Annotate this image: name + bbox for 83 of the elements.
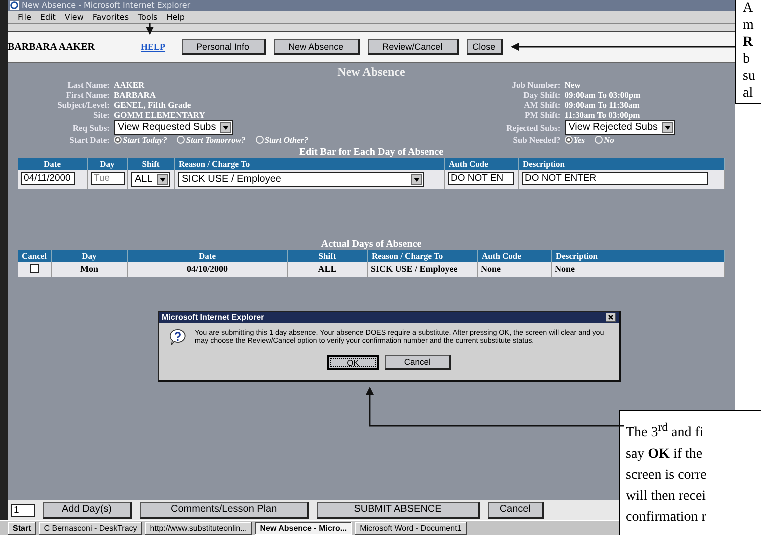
column-header: Shift	[288, 250, 368, 262]
dialog-button[interactable]: OK	[327, 355, 380, 370]
field-label: Day Shift:	[522, 90, 561, 100]
taskbar-item[interactable]: http://www.substituteonlin...	[145, 522, 252, 535]
field-value: GENEL, Fifth Grade	[114, 100, 192, 110]
table-cell: None	[552, 262, 725, 277]
column-header: Shift	[128, 158, 175, 170]
question-icon	[169, 329, 187, 347]
reason-dropdown[interactable]: SICK USE / Employee	[178, 172, 424, 187]
column-header: Date	[128, 250, 288, 262]
auth-code-field[interactable]: DO NOT EN	[448, 172, 514, 185]
menu-item[interactable]: Favorites	[92, 12, 130, 22]
menu-item[interactable]: View	[64, 12, 84, 22]
requested-subs-dropdown[interactable]: View Requested Subs	[114, 120, 234, 135]
table-cell: 04/10/2000	[128, 262, 288, 277]
nav-button[interactable]: Personal Info	[182, 39, 266, 55]
nav-button[interactable]: New Absence	[274, 39, 360, 55]
taskbar-item[interactable]: Microsoft Word - Document1	[355, 522, 467, 535]
shift-dropdown[interactable]: ALL	[131, 172, 170, 187]
dialog-title: Microsoft Internet Explorer	[162, 313, 264, 322]
column-header: Description	[552, 250, 725, 262]
field-label: Start Date:	[68, 135, 110, 145]
table-cell: SICK USE / Employee	[368, 262, 478, 277]
section-title: Edit Bar for Each Day of Absence	[298, 147, 445, 158]
footer-button[interactable]: Comments/Lesson Plan	[140, 502, 310, 518]
description-field[interactable]: DO NOT ENTER	[522, 172, 708, 185]
taskbar-item[interactable]: C Bernasconi - DeskTracy	[39, 522, 142, 535]
field-label: First Name:	[65, 90, 110, 100]
nav-button[interactable]: Review/Cancel	[368, 39, 459, 55]
menu-item[interactable]: File	[18, 12, 32, 22]
column-header: Description	[519, 158, 725, 170]
column-header: Auth Code	[478, 250, 552, 262]
rejected-subs-dropdown[interactable]: View Rejected Subs	[564, 120, 675, 135]
table-cell: None	[478, 262, 552, 277]
field-label: Site:	[92, 110, 110, 120]
field-value: 09:00am To 11:30am	[564, 100, 640, 110]
nav-button[interactable]: Close	[466, 39, 503, 55]
field-label: PM Shift:	[524, 110, 561, 120]
field-label: AM Shift:	[523, 100, 561, 110]
field-value: New	[564, 80, 581, 90]
field-value: 11:30am To 03:00pm	[564, 110, 640, 120]
field-label: Req Subs:	[72, 122, 110, 132]
day-field[interactable]: Tue	[91, 172, 125, 185]
start-button[interactable]: Start	[8, 522, 36, 535]
section-title: Actual Days of Absence	[320, 239, 423, 250]
column-header: Reason / Charge To	[368, 250, 478, 262]
field-label: Last Name:	[66, 80, 110, 90]
field-value: 09:00am To 03:00pm	[564, 90, 641, 100]
dialog-button[interactable]: Cancel	[385, 355, 451, 370]
cancel-checkbox[interactable]	[30, 264, 39, 273]
footer-button[interactable]: Cancel	[488, 502, 544, 518]
page-title: New Absence	[336, 65, 406, 80]
window-title: New Absence - Microsoft Internet Explorer	[22, 1, 191, 10]
field-value: BARBARA	[114, 90, 156, 100]
table-cell: ALL	[288, 262, 368, 277]
column-header: Date	[18, 158, 88, 170]
browser-icon	[10, 1, 19, 10]
field-label: Rejected Subs:	[506, 122, 561, 132]
taskbar-item[interactable]: New Absence - Micro...	[255, 522, 352, 535]
table-cell: Mon	[52, 262, 128, 277]
column-header: Reason / Charge To	[175, 158, 445, 170]
field-value: GOMM ELEMENTARY	[114, 110, 206, 120]
column-header: Cancel	[18, 250, 52, 262]
field-value: AAKER	[114, 80, 145, 90]
date-field[interactable]: 04/11/2000	[21, 172, 75, 185]
menu-item[interactable]: Tools	[138, 12, 158, 22]
callout-note: The 3$^{rd}$ and fi say OK if the screen is corre will then recei confirmation r	[619, 410, 761, 535]
footer-button[interactable]: SUBMIT ABSENCE	[317, 502, 480, 518]
column-header: Day	[52, 250, 128, 262]
callout-note: A m R b su al	[735, 0, 761, 104]
user-name: BARBARA AAKER	[8, 42, 96, 52]
column-header: Day	[88, 158, 128, 170]
footer-button[interactable]: Add Day(s)	[43, 502, 132, 518]
field-label: Sub Needed?	[512, 135, 561, 145]
menu-item[interactable]: Help	[166, 12, 185, 22]
field-label: Job Number:	[511, 80, 561, 90]
column-header: Auth Code	[445, 158, 519, 170]
arrow	[146, 23, 154, 35]
close-icon[interactable]	[606, 313, 616, 322]
field-label: Subject/Level:	[56, 100, 110, 110]
help-link[interactable]: HELP	[141, 42, 166, 52]
day-count-field[interactable]: 1	[11, 504, 35, 516]
menu-item[interactable]: Edit	[40, 12, 56, 22]
